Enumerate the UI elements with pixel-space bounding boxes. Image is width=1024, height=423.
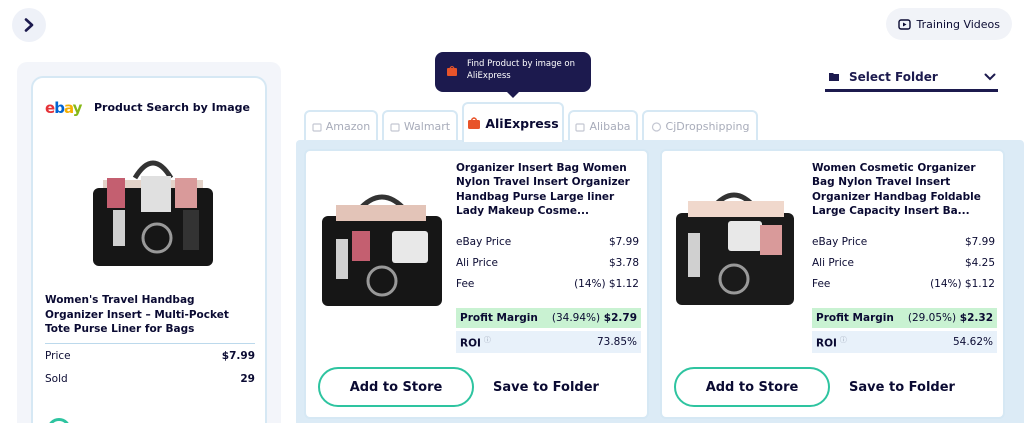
tab-alibaba[interactable]: Alibaba [568,110,638,141]
tab-aliexpress[interactable]: AliExpress [462,102,564,142]
fee-label: Fee [456,278,475,290]
ebay-price-row: eBay Price $7.99 [456,236,639,248]
chevron-down-icon [984,73,996,80]
profit-margin-value: $2.79 [603,312,637,324]
roi-row: ROI ⓘ 54.62% [812,331,997,353]
tooltip-text: Find Product by image on AliExpress [467,59,575,81]
fee-label: Fee [812,278,831,290]
tab-amazon[interactable]: Amazon [304,110,378,141]
fee-row: Fee (14%) $1.12 [456,278,639,290]
training-videos-button[interactable]: Training Videos [885,8,1012,40]
tab-cjdropshipping[interactable]: CjDropshipping [642,110,758,141]
info-icon[interactable]: ⓘ [840,336,847,344]
find-by-image-tooltip: Find Product by image on AliExpress [435,52,591,98]
profit-margin-label: Profit Margin [816,312,894,324]
fee-row: Fee (14%) $1.12 [812,278,995,290]
ebay-price-value: $7.99 [608,236,639,248]
source-product-image [93,160,213,266]
profit-margin-percent: (34.94%) [551,312,601,324]
price-row: Price $7.99 [45,350,255,362]
training-videos-label: Training Videos [916,17,1000,31]
tab-label: AliExpress [485,115,559,131]
product-title: Women Cosmetic Organizer Bag Nylon Trave… [812,162,981,217]
select-folder-label: Select Folder [849,69,938,84]
ali-price-row: Ali Price $3.78 [456,257,639,269]
price-value: $7.99 [221,350,255,362]
sold-label: Sold [45,373,68,385]
save-to-folder-button[interactable]: Save to Folder [840,367,964,407]
profit-margin-row: Profit Margin (29.05%) $2.32 [812,308,997,328]
result-card: Women Cosmetic Organizer Bag Nylon Trave… [660,149,1005,419]
ali-price-row: Ali Price $4.25 [812,257,995,269]
cjdropshipping-icon [651,121,661,132]
ebay-price-row: eBay Price $7.99 [812,236,995,248]
profit-margin-label: Profit Margin [460,312,538,324]
tab-label: Walmart [403,120,451,133]
alibaba-icon [575,122,586,132]
ali-price-value: $3.78 [608,257,639,269]
ali-price-label: Ali Price [456,257,498,269]
info-icon[interactable]: ⓘ [484,336,491,344]
source-product-card: ebay Product Search by Image Women's Tra… [31,76,267,423]
roi-label: ROI [816,337,837,350]
product-image [322,194,442,306]
roi-value: 54.62% [952,336,993,348]
save-to-folder-button[interactable]: Save to Folder [484,367,608,407]
result-card: Organizer Insert Bag Women Nylon Travel … [304,149,649,419]
folder-icon [829,73,839,81]
add-to-store-button[interactable]: Add to Store [674,367,830,407]
roi-row: ROI ⓘ 73.85% [456,331,641,353]
sold-row: Sold 29 [45,373,255,385]
ebay-price-value: $7.99 [964,236,995,248]
ebay-logo: ebay [45,99,82,117]
tab-walmart[interactable]: Walmart [382,110,458,141]
profit-margin-value: $2.32 [959,312,993,324]
fee-value: (14%) $1.12 [930,278,995,290]
product-title: Organizer Insert Bag Women Nylon Travel … [456,162,630,217]
product-image [676,192,794,305]
ebay-price-label: eBay Price [812,236,868,248]
amazon-icon [312,122,322,132]
walmart-icon [390,122,400,132]
price-label: Price [45,350,71,362]
profit-margin-percent: (29.05%) [907,312,957,324]
fee-value: (14%) $1.12 [574,278,639,290]
ali-price-label: Ali Price [812,257,854,269]
video-icon [897,18,911,30]
roi-label: ROI [460,337,481,350]
select-folder-dropdown[interactable]: Select Folder [825,64,998,92]
product-search-title: Product Search by Image [94,101,250,114]
chevron-right-icon [24,18,34,32]
aliexpress-icon [468,117,481,129]
roi-value: 73.85% [596,336,637,348]
loading-spinner-icon [47,418,71,423]
tab-label: CjDropshipping [665,120,750,133]
add-to-store-button[interactable]: Add to Store [318,367,474,407]
source-product-name: Women's Travel Handbag Organizer Insert … [45,294,229,335]
sold-value: 29 [240,373,255,385]
divider [45,343,255,344]
aliexpress-icon [447,65,457,76]
ali-price-value: $4.25 [964,257,995,269]
expand-sidebar-button[interactable] [12,8,46,42]
tab-label: Amazon [325,120,371,133]
ebay-price-label: eBay Price [456,236,512,248]
profit-margin-row: Profit Margin (34.94%) $2.79 [456,308,641,328]
tab-label: Alibaba [589,120,631,133]
